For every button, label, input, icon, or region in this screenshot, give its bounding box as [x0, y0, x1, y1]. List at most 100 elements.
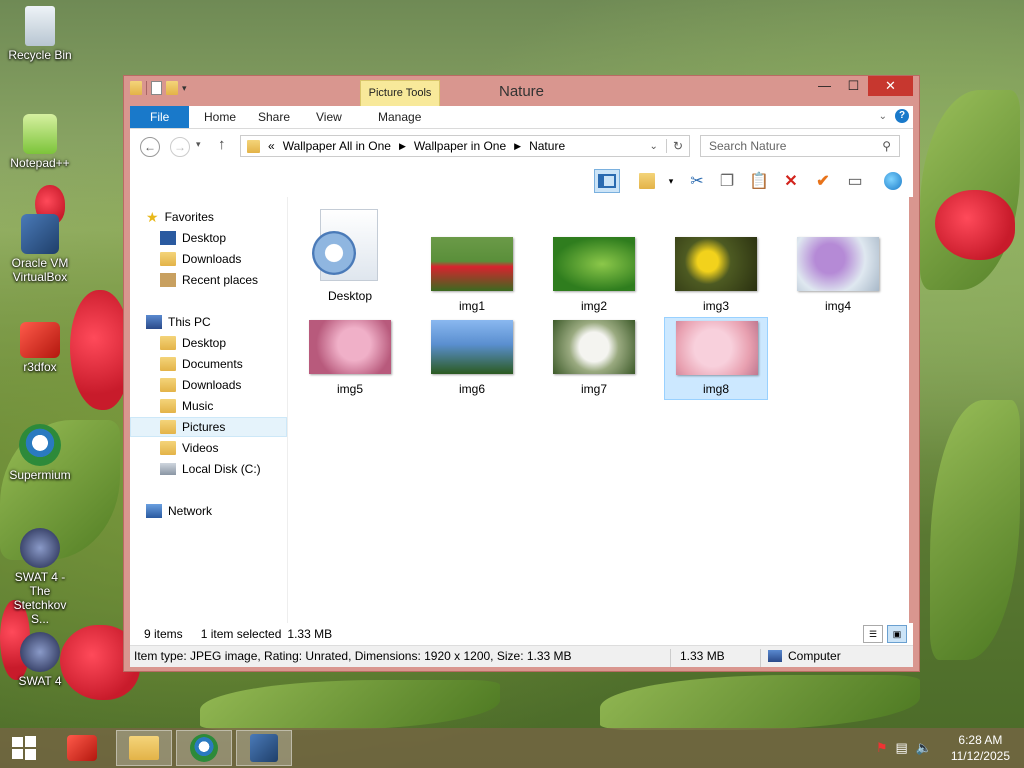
desktop-icon-swat4[interactable]: SWAT 4	[4, 632, 76, 688]
taskbar-file-explorer[interactable]	[116, 730, 172, 766]
file-item-img7[interactable]: img7	[542, 320, 646, 400]
nav-pc-desktop[interactable]: Desktop	[130, 333, 287, 353]
desktop-icon-label: Notepad++	[10, 156, 70, 170]
delete-icon[interactable]: ✕	[778, 169, 804, 193]
shell-icon[interactable]	[880, 169, 906, 193]
desktop-icon-supermium[interactable]: Supermium	[4, 424, 76, 482]
virtualbox-icon	[21, 214, 59, 254]
taskbar-r3dfox[interactable]	[54, 730, 110, 766]
tab-share[interactable]: Share	[244, 106, 304, 128]
file-item-img8[interactable]: img8	[664, 317, 768, 400]
help-icon[interactable]: ?	[895, 109, 909, 123]
address-overflow[interactable]: «	[268, 139, 275, 153]
file-name: img6	[458, 382, 485, 396]
nav-this-pc[interactable]: This PC	[130, 312, 287, 332]
address-bar[interactable]: « Wallpaper All in One ▶ Wallpaper in On…	[240, 135, 690, 157]
file-item-img1[interactable]: img1	[420, 237, 524, 317]
volume-icon[interactable]: 🔈	[916, 740, 932, 756]
title-bar[interactable]: ▾ Picture Tools Nature — ☐ ✕	[124, 76, 919, 108]
desktop-icon-label: r3dfox	[23, 360, 57, 374]
desktop-icon-swat4-stetchkov[interactable]: SWAT 4 - The Stetchkov S...	[4, 528, 76, 626]
window-title: Nature	[498, 83, 545, 100]
nav-downloads[interactable]: Downloads	[130, 375, 287, 395]
file-item-img2[interactable]: img2	[542, 237, 646, 317]
desktop-icon-notepadpp[interactable]: Notepad++	[4, 114, 76, 170]
location-zone: Computer	[768, 649, 841, 663]
nav-favorites[interactable]: ★ Favorites	[130, 207, 287, 227]
tab-manage[interactable]: Manage	[364, 106, 435, 128]
system-tray: ⚑ ▤ 🔈	[876, 740, 932, 756]
network-status-icon[interactable]: ▤	[896, 740, 908, 756]
preview-pane-icon	[598, 174, 616, 188]
desktop-icon-recycle-bin[interactable]: Recycle Bin	[4, 6, 76, 62]
clock[interactable]: 6:28 AM 11/12/2025	[951, 732, 1010, 764]
back-button[interactable]: ←	[140, 137, 160, 157]
search-input[interactable]: Search Nature ⚲	[700, 135, 900, 157]
recycle-bin-icon	[25, 6, 55, 46]
expand-ribbon-icon[interactable]: ⌄	[879, 111, 887, 122]
file-list: Desktop img1 img2 img3 img4 img5 img6 im…	[288, 197, 909, 623]
notepadpp-icon	[23, 114, 57, 154]
address-dropdown-icon[interactable]: ⌄	[650, 141, 658, 152]
tab-file[interactable]: File	[130, 106, 190, 128]
folder-icon	[247, 139, 260, 153]
image-thumbnail	[553, 320, 635, 374]
tab-view[interactable]: View	[302, 106, 356, 128]
start-button[interactable]	[0, 730, 48, 766]
breadcrumb-segment[interactable]: Wallpaper All in One	[283, 139, 391, 153]
file-name: img2	[580, 299, 607, 313]
refresh-icon[interactable]: ↻	[665, 139, 689, 153]
breadcrumb-separator-icon[interactable]: ▶	[399, 141, 406, 152]
file-item-desktop[interactable]: Desktop	[298, 207, 402, 307]
details-view-icon[interactable]: ☰	[863, 625, 883, 643]
status-bar: 9 items 1 item selected 1.33 MB ☰ ▣	[130, 623, 913, 645]
forward-button[interactable]: →	[170, 137, 190, 157]
star-icon: ★	[146, 209, 159, 225]
file-item-img4[interactable]: img4	[786, 237, 890, 317]
file-item-img6[interactable]: img6	[420, 320, 524, 400]
nav-videos[interactable]: Videos	[130, 438, 287, 458]
nav-recent-places[interactable]: Recent places	[130, 270, 287, 290]
copy-icon[interactable]: ❐	[714, 169, 740, 193]
taskbar: ⚑ ▤ 🔈 6:28 AM 11/12/2025	[0, 728, 1024, 768]
paste-icon[interactable]: 📋	[746, 169, 772, 193]
up-button[interactable]: ↑	[218, 136, 226, 153]
shell-globe-icon	[884, 172, 902, 190]
nav-favorites-downloads[interactable]: Downloads	[130, 249, 287, 269]
nav-network[interactable]: Network	[130, 501, 287, 521]
preview-pane-button[interactable]	[594, 169, 620, 193]
nav-music[interactable]: Music	[130, 396, 287, 416]
cut-icon[interactable]: ✂	[684, 169, 710, 193]
documents-folder-icon	[160, 357, 176, 371]
file-item-img5[interactable]: img5	[298, 320, 402, 400]
desktop-icon-virtualbox[interactable]: Oracle VM VirtualBox	[4, 214, 76, 284]
breadcrumb-segment[interactable]: Nature	[529, 139, 565, 153]
image-thumbnail	[431, 320, 513, 374]
minimize-button[interactable]: —	[810, 76, 839, 96]
breadcrumb-separator-icon[interactable]: ▶	[514, 141, 521, 152]
downloads-folder-icon	[160, 378, 176, 392]
tab-home[interactable]: Home	[190, 106, 250, 128]
nav-local-disk[interactable]: Local Disk (C:)	[130, 459, 287, 479]
file-item-img3[interactable]: img3	[664, 237, 768, 317]
large-icons-view-icon[interactable]: ▣	[887, 625, 907, 643]
desktop-icon-r3dfox[interactable]: r3dfox	[4, 322, 76, 374]
maximize-button[interactable]: ☐	[839, 76, 868, 96]
clock-date: 11/12/2025	[950, 749, 1010, 763]
taskbar-supermium[interactable]	[176, 730, 232, 766]
action-center-icon[interactable]: ⚑	[876, 740, 888, 756]
properties-button[interactable]	[634, 169, 660, 193]
properties-dropdown[interactable]: ▾	[658, 169, 684, 193]
nav-pictures[interactable]: Pictures	[130, 417, 287, 437]
taskbar-virtualbox[interactable]	[236, 730, 292, 766]
gear-icon	[312, 231, 356, 275]
nav-documents[interactable]: Documents	[130, 354, 287, 374]
rename-icon[interactable]: ✔	[810, 169, 836, 193]
recent-locations-icon[interactable]: ▾	[196, 139, 201, 150]
close-button[interactable]: ✕	[868, 76, 913, 96]
nav-favorites-desktop[interactable]: Desktop	[130, 228, 287, 248]
breadcrumb-segment[interactable]: Wallpaper in One	[414, 139, 506, 153]
folder-check-icon	[639, 173, 655, 189]
nav-label: Recent places	[182, 273, 259, 287]
select-icon[interactable]: ▭	[842, 169, 868, 193]
